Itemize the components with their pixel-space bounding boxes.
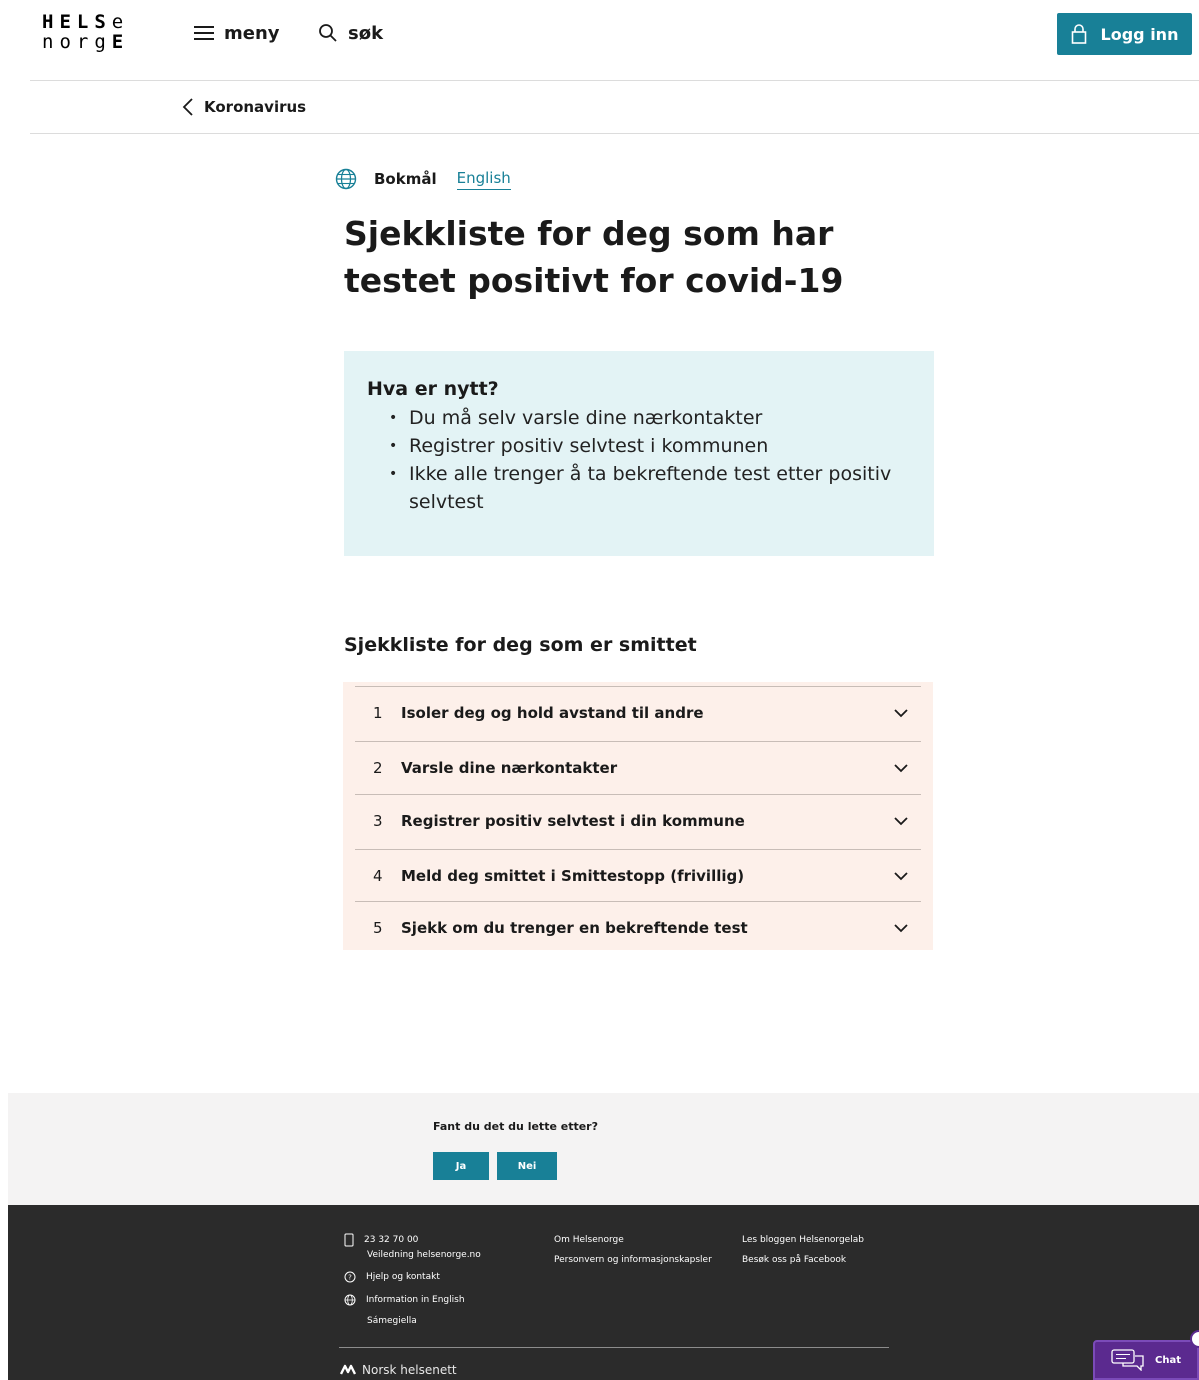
globe-icon bbox=[344, 1294, 356, 1306]
search-label: søk bbox=[348, 22, 384, 44]
footer-privacy-link[interactable]: Personvern og informasjonskapsler bbox=[554, 1250, 712, 1270]
feedback-no-button[interactable]: Nei bbox=[497, 1152, 557, 1180]
footer-help: Hjelp og kontakt bbox=[366, 1272, 440, 1282]
chevron-down-icon bbox=[881, 816, 921, 826]
step-number: 5 bbox=[373, 919, 383, 937]
footer-social-column: Les bloggen Helsenorgelab Besøk oss på F… bbox=[742, 1230, 864, 1270]
helsenorge-logo[interactable]: HELSe norgE bbox=[42, 12, 142, 52]
footer-contact-column: 23 32 70 00 Veiledning helsenorge.no ? H… bbox=[344, 1230, 481, 1331]
language-bokmal: Bokmål bbox=[374, 170, 437, 188]
footer-divider bbox=[339, 1347, 889, 1348]
norsk-helsenett-logo: Norsk helsenett bbox=[340, 1363, 457, 1377]
login-label: Logg inn bbox=[1100, 24, 1179, 44]
language-english-link[interactable]: English bbox=[456, 169, 511, 190]
logo-line-1: HELSe bbox=[42, 11, 130, 33]
phone-icon bbox=[344, 1233, 354, 1247]
chat-label: Chat bbox=[1155, 1354, 1181, 1366]
accordion-item-2[interactable]: 2 Varsle dine nærkontakter bbox=[355, 741, 921, 794]
page-title: Sjekkliste for deg som har testet positi… bbox=[344, 214, 844, 300]
breadcrumb-label: Koronavirus bbox=[204, 98, 307, 116]
footer-english-link[interactable]: Information in English bbox=[344, 1290, 481, 1310]
feedback-question: Fant du det du lette etter? bbox=[433, 1120, 598, 1133]
brand-label: Norsk helsenett bbox=[362, 1363, 457, 1377]
search-icon bbox=[319, 24, 337, 42]
step-number: 2 bbox=[373, 759, 383, 777]
accordion-item-5[interactable]: 5 Sjekk om du trenger en bekreftende tes… bbox=[355, 901, 921, 954]
hamburger-icon bbox=[194, 26, 214, 40]
chevron-down-icon bbox=[881, 871, 921, 881]
list-item: Ikke alle trenger å ta bekreftende test … bbox=[389, 460, 911, 516]
site-footer: 23 32 70 00 Veiledning helsenorge.no ? H… bbox=[8, 1205, 1199, 1380]
checklist-accordion: 1 Isoler deg og hold avstand til andre 2… bbox=[343, 682, 933, 950]
step-number: 1 bbox=[373, 704, 383, 722]
footer-facebook-link[interactable]: Besøk oss på Facebook bbox=[742, 1250, 864, 1270]
svg-text:?: ? bbox=[348, 1274, 352, 1282]
lock-icon bbox=[1071, 24, 1086, 44]
search-button[interactable]: søk bbox=[318, 20, 383, 46]
list-item: Du må selv varsle dine nærkontakter bbox=[389, 404, 911, 432]
step-label: Sjekk om du trenger en bekreftende test bbox=[401, 919, 748, 937]
list-item: Registrer positiv selvtest i kommunen bbox=[389, 432, 911, 460]
whats-new-heading: Hva er nytt? bbox=[367, 378, 499, 400]
logo-line-2: norgE bbox=[42, 31, 130, 53]
accordion-item-4[interactable]: 4 Meld deg smittet i Smittestopp (frivil… bbox=[355, 849, 921, 902]
step-label: Registrer positiv selvtest i din kommune bbox=[401, 812, 745, 830]
breadcrumb[interactable]: Koronavirus bbox=[182, 95, 306, 119]
footer-about-column: Om Helsenorge Personvern og informasjons… bbox=[554, 1230, 712, 1270]
footer-about-link[interactable]: Om Helsenorge bbox=[554, 1230, 712, 1250]
chevron-down-icon bbox=[881, 763, 921, 773]
chevron-left-icon bbox=[182, 98, 193, 116]
norsk-helsenett-icon bbox=[340, 1364, 356, 1375]
feedback-yes-button[interactable]: Ja bbox=[433, 1152, 489, 1180]
accordion-item-1[interactable]: 1 Isoler deg og hold avstand til andre bbox=[355, 686, 921, 739]
step-label: Varsle dine nærkontakter bbox=[401, 759, 618, 777]
checklist-title: Sjekkliste for deg som er smittet bbox=[344, 634, 697, 656]
chevron-down-icon bbox=[881, 708, 921, 718]
menu-label: meny bbox=[224, 22, 280, 44]
whats-new-list: Du må selv varsle dine nærkontakter Regi… bbox=[389, 404, 911, 516]
footer-blog-link[interactable]: Les bloggen Helsenorgelab bbox=[742, 1230, 864, 1250]
whats-new-box: Hva er nytt? Du må selv varsle dine nærk… bbox=[344, 351, 934, 556]
step-number: 3 bbox=[373, 812, 383, 830]
step-number: 4 bbox=[373, 867, 383, 885]
language-switcher: Bokmål English bbox=[335, 166, 511, 192]
step-label: Isoler deg og hold avstand til andre bbox=[401, 704, 704, 722]
chat-button[interactable]: Chat bbox=[1093, 1340, 1199, 1380]
menu-button[interactable]: meny bbox=[194, 20, 280, 46]
footer-help-link[interactable]: ? Hjelp og kontakt bbox=[344, 1267, 481, 1287]
globe-icon bbox=[335, 168, 357, 190]
feedback-section: Fant du det du lette etter? Ja Nei bbox=[8, 1093, 1199, 1205]
site-header: HELSe norgE meny søk Logg inn bbox=[0, 0, 1199, 80]
header-divider bbox=[30, 80, 1199, 81]
accordion-item-3[interactable]: 3 Registrer positiv selvtest i din kommu… bbox=[355, 794, 921, 847]
chat-bubbles-icon bbox=[1111, 1349, 1144, 1371]
chevron-down-icon bbox=[881, 923, 921, 933]
help-icon: ? bbox=[344, 1271, 356, 1283]
footer-sami-link[interactable]: Sámegiella bbox=[344, 1311, 481, 1331]
step-label: Meld deg smittet i Smittestopp (frivilli… bbox=[401, 867, 745, 885]
breadcrumb-divider bbox=[30, 133, 1199, 134]
login-button[interactable]: Logg inn bbox=[1057, 13, 1192, 55]
footer-english: Information in English bbox=[366, 1295, 465, 1305]
